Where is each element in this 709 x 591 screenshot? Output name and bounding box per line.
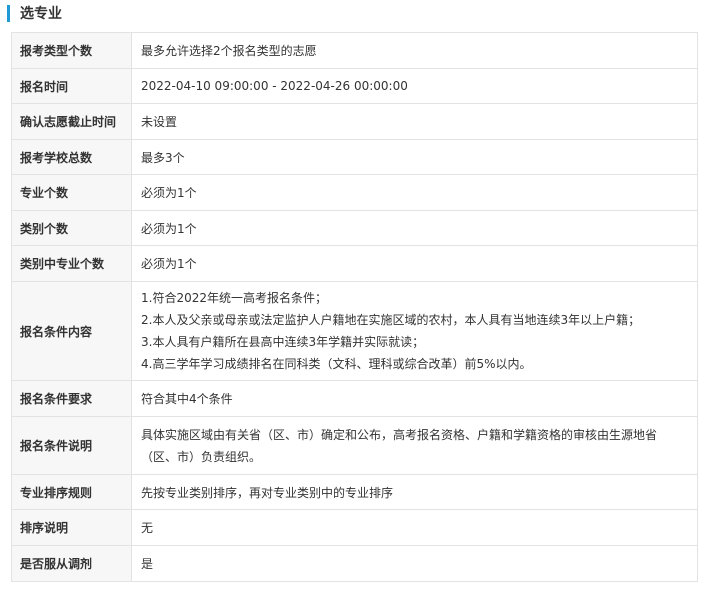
row-label: 报名条件要求 (11, 380, 132, 417)
row-label: 报考类型个数 (11, 32, 132, 69)
condition-line: 3.本人具有户籍所在县高中连续3年学籍并实际就读； (141, 335, 425, 349)
section-title: 选专业 (20, 6, 62, 22)
condition-line: 2.本人及父亲或母亲或法定监护人户籍地在实施区域的农村，本人具有当地连续3年以上… (141, 313, 641, 327)
row-label: 报名条件内容 (11, 281, 132, 381)
row-value: 先按专业类别排序，再对专业类别中的专业排序 (131, 474, 698, 510)
table-row: 类别中专业个数 必须为1个 (11, 245, 698, 282)
row-value: 未设置 (131, 103, 698, 140)
row-label: 确认志愿截止时间 (11, 103, 132, 140)
table-row: 报考学校总数 最多3个 (11, 139, 698, 175)
table-row: 确认志愿截止时间 未设置 (11, 103, 698, 140)
row-value: 是 (131, 545, 698, 582)
row-label: 报考学校总数 (11, 139, 132, 175)
condition-line: 4.高三学年学习成绩排名在同科类（文科、理科或综合改革）前5%以内。 (141, 357, 532, 371)
row-value: 无 (131, 509, 698, 546)
row-label: 专业排序规则 (11, 474, 132, 510)
row-value: 最多允许选择2个报名类型的志愿 (131, 32, 698, 69)
table-row: 报考类型个数 最多允许选择2个报名类型的志愿 (11, 32, 698, 69)
table-row: 是否服从调剂 是 (11, 545, 698, 582)
row-label: 报名时间 (11, 68, 132, 104)
explanation-line: 具体实施区域由有关省（区、市）确定和公布，高考报名资格、户籍和学籍资格的审核由生… (141, 427, 658, 442)
row-label: 报名条件说明 (11, 416, 132, 475)
row-value: 2022-04-10 09:00:00 - 2022-04-26 00:00:0… (131, 68, 698, 104)
table-row: 报名条件要求 符合其中4个条件 (11, 380, 698, 417)
table-row: 报名时间 2022-04-10 09:00:00 - 2022-04-26 00… (11, 68, 698, 104)
row-value: 必须为1个 (131, 174, 698, 211)
row-value-multiline: 具体实施区域由有关省（区、市）确定和公布，高考报名资格、户籍和学籍资格的审核由生… (131, 416, 698, 475)
section-header: 选专业 (0, 0, 709, 31)
table-row: 专业个数 必须为1个 (11, 174, 698, 211)
table-row: 排序说明 无 (11, 509, 698, 546)
row-value-multiline: 1.符合2022年统一高考报名条件； 2.本人及父亲或母亲或法定监护人户籍地在实… (131, 281, 698, 381)
row-label: 是否服从调剂 (11, 545, 132, 582)
row-label: 专业个数 (11, 174, 132, 211)
row-value: 必须为1个 (131, 245, 698, 282)
row-value: 必须为1个 (131, 210, 698, 246)
row-label: 类别个数 (11, 210, 132, 246)
info-table: 报考类型个数 最多允许选择2个报名类型的志愿 报名时间 2022-04-10 0… (11, 32, 698, 582)
explanation-line: （区、市）负责组织。 (141, 449, 262, 464)
table-row: 报名条件说明 具体实施区域由有关省（区、市）确定和公布，高考报名资格、户籍和学籍… (11, 416, 698, 475)
row-value: 最多3个 (131, 139, 698, 175)
row-value: 符合其中4个条件 (131, 380, 698, 417)
row-label: 类别中专业个数 (11, 245, 132, 282)
table-row: 类别个数 必须为1个 (11, 210, 698, 246)
condition-line: 1.符合2022年统一高考报名条件； (141, 291, 327, 305)
section-accent-bar (7, 5, 10, 22)
table-row: 报名条件内容 1.符合2022年统一高考报名条件； 2.本人及父亲或母亲或法定监… (11, 281, 698, 381)
table-row: 专业排序规则 先按专业类别排序，再对专业类别中的专业排序 (11, 474, 698, 510)
row-label: 排序说明 (11, 509, 132, 546)
